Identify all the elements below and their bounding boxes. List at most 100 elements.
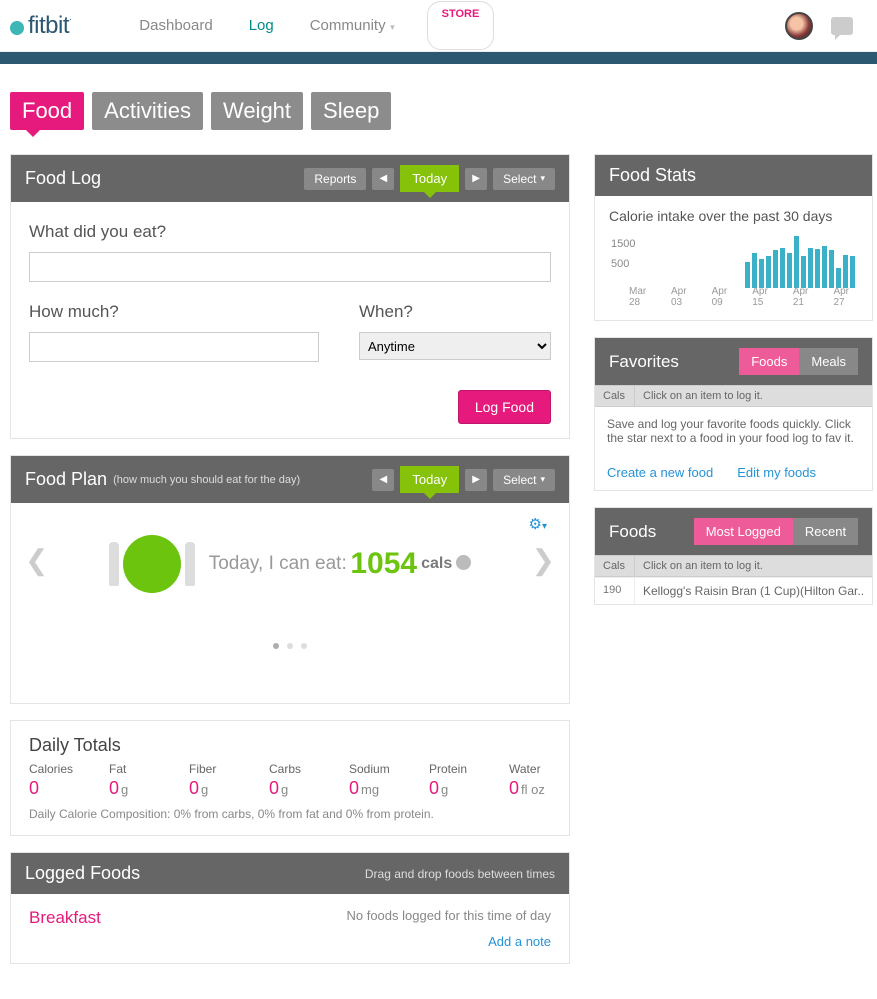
plan-select-button[interactable]: Select▾ bbox=[493, 469, 555, 491]
daily-total-value: 0 bbox=[509, 778, 519, 798]
when-label: When? bbox=[359, 302, 551, 322]
food-log-header: Food Log Reports ◀ Today ▶ Select▾ bbox=[11, 155, 569, 202]
foods-tab-most-logged[interactable]: Most Logged bbox=[694, 518, 793, 545]
food-plan-title: Food Plan bbox=[25, 469, 107, 490]
plan-next-button[interactable]: ▶ bbox=[465, 469, 487, 491]
foods-tab-recent[interactable]: Recent bbox=[793, 518, 858, 545]
chart-bar bbox=[745, 262, 750, 288]
carousel-dot[interactable] bbox=[301, 643, 307, 649]
food-plan-header: Food Plan (how much you should eat for t… bbox=[11, 456, 569, 503]
food-plan-panel: Food Plan (how much you should eat for t… bbox=[10, 455, 570, 704]
fav-tab-foods[interactable]: Foods bbox=[739, 348, 799, 375]
tab-weight[interactable]: Weight bbox=[211, 92, 303, 130]
chart-bar bbox=[801, 256, 806, 288]
when-select[interactable]: Anytime bbox=[359, 332, 551, 360]
daily-total-label: Carbs bbox=[269, 762, 325, 776]
magnify-icon[interactable] bbox=[456, 555, 471, 570]
chart-bar bbox=[843, 255, 848, 288]
avatar[interactable] bbox=[785, 12, 813, 40]
plan-prev-button[interactable]: ◀ bbox=[372, 469, 394, 491]
log-tabs: Food Activities Weight Sleep bbox=[0, 64, 877, 148]
tab-food[interactable]: Food bbox=[10, 92, 84, 130]
daily-total-unit: mg bbox=[361, 782, 379, 797]
logged-foods-title: Logged Foods bbox=[25, 863, 140, 884]
log-food-button[interactable]: Log Food bbox=[458, 390, 551, 424]
chart-bar bbox=[808, 248, 813, 288]
tab-activities[interactable]: Activities bbox=[92, 92, 203, 130]
favorites-title: Favorites bbox=[609, 352, 679, 372]
daily-total-label: Water bbox=[509, 762, 565, 776]
top-nav: Dashboard Log Community ▾ STORE bbox=[121, 1, 494, 50]
reports-button[interactable]: Reports bbox=[304, 168, 366, 190]
daily-total-item: Calories0 bbox=[29, 762, 85, 799]
plan-calorie-value: 1054 bbox=[350, 547, 417, 581]
daily-total-label: Calories bbox=[29, 762, 85, 776]
food-row-name: Kellogg's Raisin Bran (1 Cup)(Hilton Gar… bbox=[635, 578, 872, 604]
nav-log[interactable]: Log bbox=[231, 1, 292, 50]
daily-total-item: Sodium0mg bbox=[349, 762, 405, 799]
carousel-dot[interactable] bbox=[273, 643, 279, 649]
favorites-header: Favorites Foods Meals bbox=[595, 338, 872, 385]
daily-total-unit: g bbox=[441, 782, 448, 797]
plan-today-button[interactable]: Today bbox=[400, 466, 459, 493]
next-day-button[interactable]: ▶ bbox=[465, 168, 487, 190]
food-plan-subtitle: (how much you should eat for the day) bbox=[113, 474, 300, 486]
logged-foods-header: Logged Foods Drag and drop foods between… bbox=[11, 853, 569, 894]
carousel-prev-button[interactable]: ❮ bbox=[25, 544, 48, 577]
daily-total-label: Fat bbox=[109, 762, 165, 776]
daily-total-item: Fiber0g bbox=[189, 762, 245, 799]
carousel-dots bbox=[25, 637, 555, 652]
chart-bar bbox=[752, 253, 757, 288]
logo[interactable]: fitbit. bbox=[10, 12, 71, 40]
plate-icon bbox=[109, 535, 195, 593]
daily-total-item: Water 0fl oz bbox=[509, 762, 565, 799]
chart-bar bbox=[780, 248, 785, 288]
carousel-next-button[interactable]: ❯ bbox=[532, 544, 555, 577]
daily-totals-title: Daily Totals bbox=[29, 735, 551, 756]
prev-day-button[interactable]: ◀ bbox=[372, 168, 394, 190]
daily-total-label: Sodium bbox=[349, 762, 405, 776]
chart-bar bbox=[759, 259, 764, 288]
daily-total-label: Fiber bbox=[189, 762, 245, 776]
daily-total-unit: g bbox=[201, 782, 208, 797]
chart-x-label: Apr 09 bbox=[712, 286, 737, 308]
carousel-dot[interactable] bbox=[287, 643, 293, 649]
how-much-label: How much? bbox=[29, 302, 319, 322]
foods-instruction: Click on an item to log it. bbox=[635, 556, 872, 576]
daily-total-item: Fat0g bbox=[109, 762, 165, 799]
chevron-down-icon: ▾ bbox=[388, 22, 395, 32]
chat-icon[interactable] bbox=[831, 17, 853, 35]
nav-dashboard[interactable]: Dashboard bbox=[121, 1, 230, 50]
chart-bar bbox=[822, 246, 827, 288]
food-amount-input[interactable] bbox=[29, 332, 319, 362]
favorites-cals-header: Cals bbox=[595, 386, 635, 406]
what-eat-label: What did you eat? bbox=[29, 222, 551, 242]
daily-total-unit: fl oz bbox=[521, 782, 545, 797]
daily-total-item: Carbs0g bbox=[269, 762, 325, 799]
chart-bar bbox=[794, 236, 799, 288]
food-log-title: Food Log bbox=[25, 168, 101, 189]
chart-bar bbox=[836, 268, 841, 288]
chart-x-labels: Mar 28Apr 03Apr 09Apr 15Apr 21Apr 27 bbox=[629, 286, 858, 308]
foods-cals-header: Cals bbox=[595, 556, 635, 576]
foods-header: Foods Most Logged Recent bbox=[595, 508, 872, 555]
chart-x-label: Apr 21 bbox=[793, 286, 818, 308]
logo-icon bbox=[10, 21, 24, 35]
daily-total-value: 0 bbox=[429, 778, 439, 798]
daily-total-value: 0 bbox=[109, 778, 119, 798]
food-name-input[interactable] bbox=[29, 252, 551, 282]
favorites-panel: Favorites Foods Meals Cals Click on an i… bbox=[594, 337, 873, 491]
nav-store[interactable]: STORE bbox=[427, 1, 495, 50]
date-select-button[interactable]: Select▾ bbox=[493, 168, 555, 190]
nav-community[interactable]: Community ▾ bbox=[292, 1, 413, 50]
chart-bar bbox=[787, 253, 792, 288]
add-note-link[interactable]: Add a note bbox=[29, 934, 551, 949]
fav-tab-meals[interactable]: Meals bbox=[799, 348, 858, 375]
edit-foods-link[interactable]: Edit my foods bbox=[737, 465, 816, 480]
today-button[interactable]: Today bbox=[400, 165, 459, 192]
chart-bar bbox=[766, 256, 771, 288]
create-food-link[interactable]: Create a new food bbox=[607, 465, 713, 480]
tab-sleep[interactable]: Sleep bbox=[311, 92, 391, 130]
food-row[interactable]: 190Kellogg's Raisin Bran (1 Cup)(Hilton … bbox=[595, 577, 872, 604]
daily-total-item: Protein0g bbox=[429, 762, 485, 799]
